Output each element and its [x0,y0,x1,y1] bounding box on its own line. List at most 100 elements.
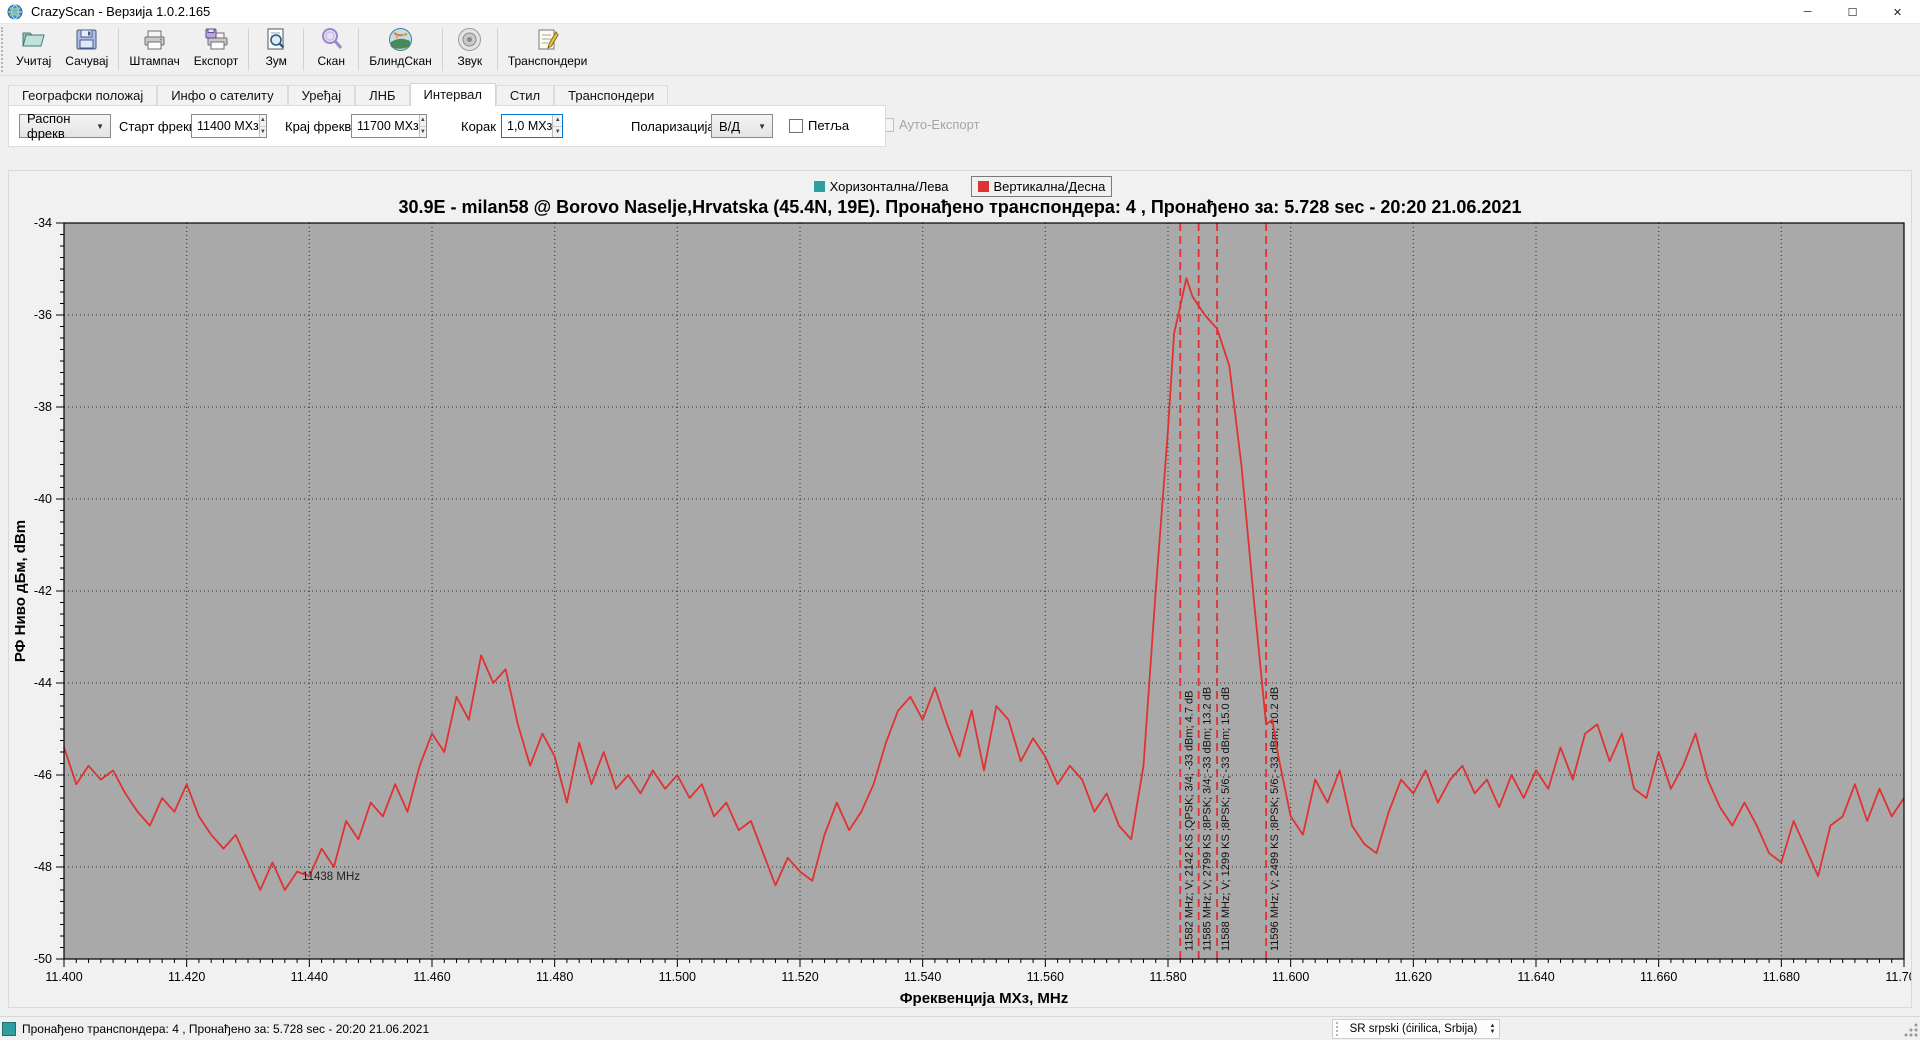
maximize-button[interactable]: ☐ [1830,0,1875,24]
status-icon [2,1022,16,1036]
svg-text:11585 MHz; V; 2799 KS ;8PSK; 3: 11585 MHz; V; 2799 KS ;8PSK; 3/4; -33 dB… [1202,687,1214,951]
transponders-button[interactable]: Транспондери [501,24,594,75]
tab-lnb[interactable]: ЛНБ [355,85,410,105]
export-button[interactable]: Експорт [187,24,245,75]
svg-text:-50: -50 [34,952,52,966]
frequency-range-combo[interactable]: Распон фрекв ▼ [19,111,111,141]
legend-swatch-vertical [977,181,989,192]
svg-text:-36: -36 [34,308,52,322]
sound-icon [458,28,482,51]
legend-item-vertical[interactable]: Вертикална/Десна [970,176,1113,197]
toolbar-separator [496,28,498,71]
svg-text:11.480: 11.480 [536,970,573,984]
chevron-down-icon: ▼ [758,121,766,131]
svg-text:-42: -42 [34,584,52,598]
svg-text:11.420: 11.420 [168,970,205,984]
chart-legend: Хоризонтална/Лева Вертикална/Десна [9,176,1911,197]
language-selector[interactable]: SR srpski (ćirilica, Srbija) ▲ ▼ [1332,1019,1500,1039]
start-frequency-spinner[interactable]: 11400 МХз ▲ ▼ [191,114,267,138]
svg-text:11588 MHz; V; 1299 KS ;8PSK; 5: 11588 MHz; V; 1299 KS ;8PSK; 5/6; -33 dB… [1220,687,1232,951]
svg-text:-48: -48 [34,860,52,874]
svg-text:11.640: 11.640 [1517,970,1554,984]
print-button[interactable]: Штампач [122,24,186,75]
svg-text:РФ Ниво дБм, dBm: РФ Ниво дБм, dBm [12,520,29,662]
close-button[interactable]: ✕ [1875,0,1920,24]
svg-text:-46: -46 [34,768,52,782]
loop-checkbox[interactable]: Петља [789,118,849,133]
spin-up-icon[interactable]: ▲ [553,115,562,127]
spin-down-icon[interactable]: ▼ [419,126,426,137]
svg-text:Фреквенција МХз, MHz: Фреквенција МХз, MHz [900,990,1068,1007]
svg-text:11438 MHz: 11438 MHz [302,871,360,883]
svg-text:-38: -38 [34,400,52,414]
step-label: Корак [461,119,496,134]
spin-up-icon[interactable]: ▲ [419,115,426,127]
spin-down-icon[interactable]: ▼ [553,126,562,137]
spin-up-icon[interactable]: ▲ [259,115,266,127]
save-icon [76,29,97,50]
toolbar-separator [303,28,305,71]
status-bar: Пронађено транспондера: 4 , Пронађено за… [0,1016,1920,1040]
spin-down-icon[interactable]: ▼ [259,126,266,137]
svg-text:11.460: 11.460 [413,970,450,984]
tab-satellite-info[interactable]: Инфо о сателиту [157,85,288,105]
app-icon [7,4,23,19]
svg-text:11596 MHz; V; 2499 KS ;8PSK; 5: 11596 MHz; V; 2499 KS ;8PSK; 5/6; -33 dB… [1269,687,1281,951]
blindscan-button[interactable]: БлиндСкан [362,24,439,75]
chart-title: 30.9E - milan58 @ Borovo Naselje,Hrvatsk… [398,197,1522,217]
zoom-button[interactable]: Зум [252,24,300,75]
svg-text:11.600: 11.600 [1272,970,1309,984]
tab-style[interactable]: Стил [495,85,555,105]
svg-text:11.520: 11.520 [781,970,818,984]
svg-text:11.500: 11.500 [659,970,696,984]
svg-text:11.680: 11.680 [1763,970,1800,984]
resize-grip-icon[interactable] [1904,1023,1918,1037]
svg-text:-40: -40 [34,492,52,506]
polarization-combo[interactable]: В/Д ▼ [711,114,773,138]
svg-text:11.540: 11.540 [904,970,941,984]
printer-icon [144,30,165,50]
end-frequency-label: Крај фрекв [285,119,352,134]
load-button[interactable]: Учитај [9,24,58,75]
tab-geographic-position[interactable]: Географски положај [8,85,158,105]
scan-button[interactable]: Скан [307,24,355,75]
title-bar: CrazyScan - Верзија 1.0.2.165 ─ ☐ ✕ [0,0,1920,24]
sound-button[interactable]: Звук [446,24,494,75]
step-spinner[interactable]: 1,0 МХз ▲ ▼ [501,114,563,138]
legend-swatch-horizontal [813,181,825,192]
svg-text:11.580: 11.580 [1149,970,1186,984]
legend-item-horizontal[interactable]: Хоризонтална/Лева [808,177,955,196]
settings-tab-strip: Географски положај Инфо о сателиту Уређа… [8,83,669,106]
main-toolbar: Учитај Сачувај Штампач Експорт Зум Скан … [0,24,1920,76]
minimize-button[interactable]: ─ [1785,0,1830,24]
chevron-down-icon: ▼ [96,121,104,131]
tab-device[interactable]: Уређај [287,85,356,105]
toolbar-separator [358,28,360,71]
svg-text:-44: -44 [34,676,52,690]
status-text: Пронађено транспондера: 4 , Пронађено за… [22,1022,430,1036]
svg-text:11.400: 11.400 [45,970,82,984]
spectrum-chart-panel: 11582 MHz; V; 2142 KS ;QPSK; 3/4; -33 dB… [8,170,1912,1008]
blindscan-icon [389,28,413,51]
toolbar-grip[interactable] [1,27,8,72]
end-frequency-spinner[interactable]: 11700 МХз ▲ ▼ [351,114,427,138]
tab-transponders[interactable]: Транспондери [554,85,669,105]
svg-text:11.440: 11.440 [291,970,328,984]
checkbox-icon [789,118,803,133]
spectrum-plot[interactable]: 11582 MHz; V; 2142 KS ;QPSK; 3/4; -33 dB… [9,171,1911,1007]
svg-text:11.660: 11.660 [1640,970,1677,984]
toolbar-separator [248,28,250,71]
open-folder-icon [22,32,45,47]
svg-text:11.620: 11.620 [1395,970,1432,984]
window-title: CrazyScan - Верзија 1.0.2.165 [31,4,211,19]
toolbar-separator [118,28,120,71]
scan-icon [321,28,342,49]
start-frequency-label: Старт фрекв [119,119,196,134]
svg-text:11.700: 11.700 [1885,970,1911,984]
zoom-document-icon [267,28,285,50]
polarization-label: Поларизација [631,119,715,134]
toolbar-separator [441,28,443,71]
tab-interval[interactable]: Интервал [409,83,496,106]
save-button[interactable]: Сачувај [58,24,115,75]
language-spinner[interactable]: ▲ ▼ [1486,1023,1499,1035]
